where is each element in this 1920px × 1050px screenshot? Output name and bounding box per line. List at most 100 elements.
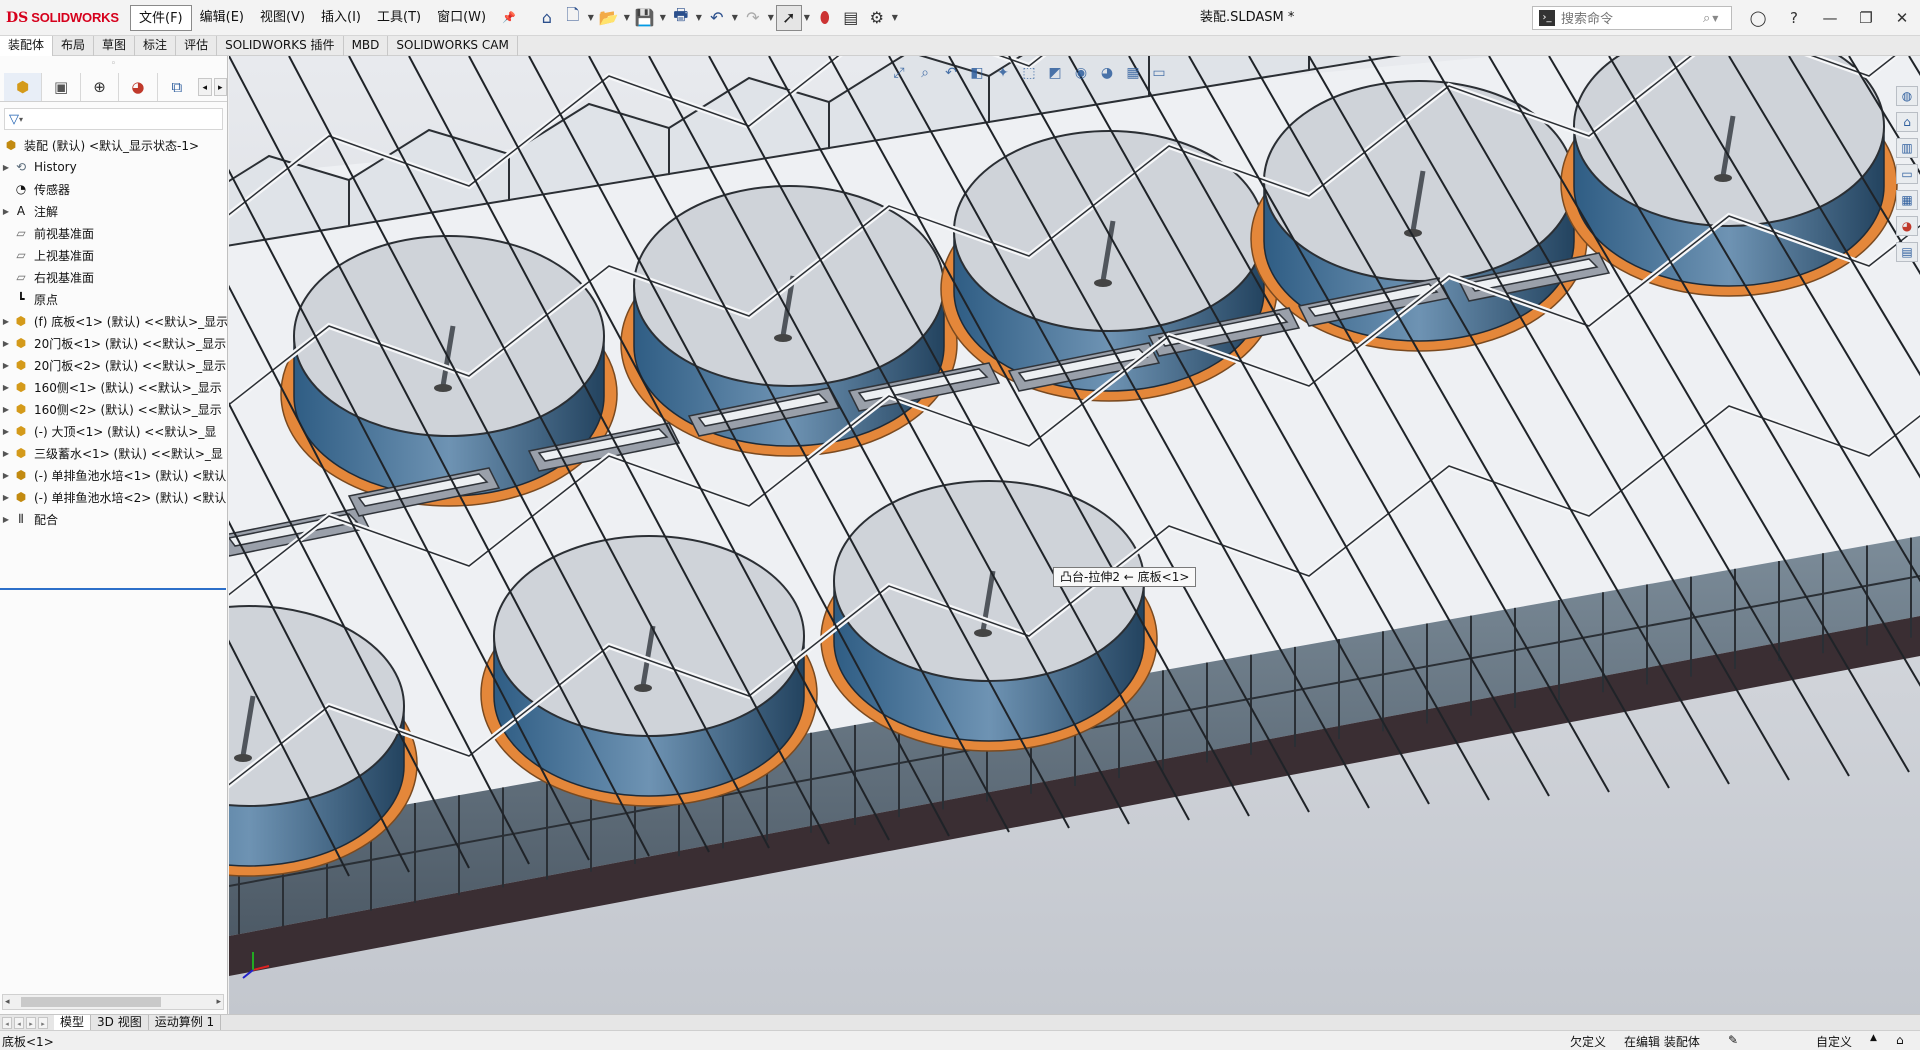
tab-first-icon[interactable]: ◂	[2, 1016, 12, 1029]
command-tab[interactable]: SOLIDWORKS CAM	[388, 36, 518, 56]
tree-item[interactable]: ┗ 原点	[0, 288, 227, 310]
close-icon[interactable]: ✕	[1884, 0, 1920, 36]
tree-item[interactable]: ▱ 上视基准面	[0, 244, 227, 266]
expand-arrow-icon[interactable]: ▶	[0, 515, 12, 524]
tab-scroll-left-icon[interactable]: ◂	[197, 77, 212, 96]
tree-item[interactable]: ▱ 右视基准面	[0, 266, 227, 288]
tree-horizontal-scrollbar[interactable]: ◂ ▸	[2, 994, 224, 1010]
apply-scene-icon[interactable]: ▦	[1123, 63, 1143, 83]
chevron-down-icon[interactable]: ▼	[766, 13, 776, 22]
new-document-icon[interactable]: 🗋	[560, 5, 586, 31]
expand-arrow-icon[interactable]: ▶	[0, 339, 12, 348]
command-tab[interactable]: 布局	[53, 36, 95, 56]
tab-prev-icon[interactable]: ◂	[14, 1016, 24, 1029]
command-tab[interactable]: 装配体	[0, 36, 54, 56]
tree-item[interactable]: ▶ ⬢ (-) 大顶<1> (默认) <<默认>_显	[0, 420, 227, 442]
hide-show-items-icon[interactable]: ◉	[1071, 63, 1091, 83]
restore-icon[interactable]: ❐	[1848, 0, 1884, 36]
tab-scroll-right-icon[interactable]: ▸	[213, 77, 228, 96]
expand-arrow-icon[interactable]: ▶	[0, 207, 12, 216]
minimize-icon[interactable]: —	[1812, 0, 1848, 36]
search-input[interactable]	[1561, 10, 1701, 26]
command-tab[interactable]: MBD	[344, 36, 389, 56]
tree-rollback-bar[interactable]	[0, 588, 226, 590]
tab-next-icon[interactable]: ▸	[26, 1016, 36, 1029]
chevron-down-icon[interactable]: ▼	[658, 13, 668, 22]
chevron-down-icon[interactable]: ▼	[802, 13, 812, 22]
property-manager-tab-icon[interactable]: ▣	[42, 72, 81, 101]
expand-arrow-icon[interactable]: ▶	[0, 449, 12, 458]
home-icon[interactable]: ⌂	[534, 5, 560, 31]
command-tab[interactable]: 评估	[176, 36, 218, 56]
chevron-down-icon[interactable]: ▼	[586, 13, 596, 22]
filter-icon[interactable]: ▽	[9, 112, 19, 127]
view-palette-icon[interactable]: ▦	[1896, 190, 1918, 210]
pin-menu-icon[interactable]: 📌	[494, 5, 524, 31]
user-account-icon[interactable]: ◯	[1740, 0, 1776, 36]
solidworks-resources-icon[interactable]: ◍	[1896, 86, 1918, 106]
view-orientation-icon[interactable]: ⬚	[1019, 63, 1039, 83]
previous-view-icon[interactable]: ↶	[941, 63, 961, 83]
model-tab[interactable]: 模型	[54, 1014, 92, 1031]
tree-item[interactable]: ▶ ⬢ (-) 单排鱼池水培<1> (默认) <默认	[0, 464, 227, 486]
tree-item[interactable]: ▱ 前视基准面	[0, 222, 227, 244]
file-explorer-icon[interactable]: ▭	[1896, 164, 1918, 184]
tree-item[interactable]: ▶ ⬢ (-) 单排鱼池水培<2> (默认) <默认	[0, 486, 227, 508]
menu-item[interactable]: 工具(T)	[369, 5, 429, 31]
expand-arrow-icon[interactable]: ▶	[0, 427, 12, 436]
expand-arrow-icon[interactable]: ▶	[0, 493, 12, 502]
scroll-right-icon[interactable]: ▸	[216, 995, 221, 1009]
zoom-to-fit-icon[interactable]: ⤢	[889, 63, 909, 83]
traffic-light-icon[interactable]: ⬮	[812, 5, 838, 31]
expand-arrow-icon[interactable]: ▶	[0, 383, 12, 392]
chevron-down-icon[interactable]: ▼	[622, 13, 632, 22]
menu-item[interactable]: 编辑(E)	[192, 5, 252, 31]
display-style-icon[interactable]: ◩	[1045, 63, 1065, 83]
search-icon[interactable]: ⌕	[1703, 11, 1710, 26]
cam-tab-icon[interactable]: ⧉	[158, 73, 196, 101]
tree-item[interactable]: ▶ ⬢ 160侧<2> (默认) <<默认>_显示	[0, 398, 227, 420]
appearances-icon[interactable]: ◕	[1896, 216, 1918, 236]
expand-arrow-icon[interactable]: ▶	[0, 471, 12, 480]
tree-item[interactable]: ▶ A 注解	[0, 200, 227, 222]
tree-item[interactable]: ▶ ⬢ (f) 底板<1> (默认) <<默认>_显示	[0, 310, 227, 332]
save-icon[interactable]: 💾	[632, 5, 658, 31]
chevron-down-icon[interactable]: ▼	[694, 13, 704, 22]
graphics-viewport[interactable]: ⤢ ⌕ ↶ ◧ ✦ ⬚ ◩ ◉ ◕ ▦ ▭ ◍ ⌂ ▥ ▭ ▦ ◕ ▤ 凸台-拉…	[229, 56, 1920, 1014]
menu-item[interactable]: 文件(F)	[130, 4, 192, 31]
command-tab[interactable]: SOLIDWORKS 插件	[217, 36, 344, 56]
gear-icon[interactable]: ⚙	[864, 5, 890, 31]
status-units[interactable]: 自定义	[1816, 1033, 1852, 1050]
menu-item[interactable]: 视图(V)	[252, 5, 313, 31]
expand-arrow-icon[interactable]: ▶	[0, 361, 12, 370]
tab-last-icon[interactable]: ▸	[38, 1016, 48, 1029]
chevron-up-icon[interactable]: ▲	[1870, 1033, 1877, 1043]
tree-root[interactable]: ⬢ 装配 (默认) <默认_显示状态-1>	[0, 134, 227, 156]
open-folder-icon[interactable]: 📂	[596, 5, 622, 31]
print-icon[interactable]: 🖶	[668, 5, 694, 31]
scroll-left-icon[interactable]: ◂	[5, 995, 10, 1009]
tree-item[interactable]: ▶ ⬢ 20门板<2> (默认) <<默认>_显示	[0, 354, 227, 376]
section-view-icon[interactable]: ◧	[967, 63, 987, 83]
appearance-tab-icon[interactable]: ◕	[119, 72, 158, 101]
tree-item[interactable]: ▶ ⬢ 20门板<1> (默认) <<默认>_显示	[0, 332, 227, 354]
custom-properties-icon[interactable]: ▤	[1896, 242, 1918, 262]
menu-item[interactable]: 插入(I)	[313, 5, 369, 31]
tree-item[interactable]: ▶ ⬢ 三级蓄水<1> (默认) <<默认>_显	[0, 442, 227, 464]
rebuild-icon[interactable]: ✎	[1728, 1033, 1738, 1047]
help-icon[interactable]: ?	[1776, 0, 1812, 36]
undo-icon[interactable]: ↶	[704, 5, 730, 31]
tree-item[interactable]: ▶ ⫴ 配合	[0, 508, 227, 530]
home-icon[interactable]: ⌂	[1896, 112, 1918, 132]
zoom-area-icon[interactable]: ⌕	[915, 63, 935, 83]
menu-item[interactable]: 窗口(W)	[429, 5, 494, 31]
solidworks-logo[interactable]: DS SOLIDWORKS	[0, 0, 130, 36]
view-settings-icon[interactable]: ▭	[1149, 63, 1169, 83]
tree-item[interactable]: ▶ ⟲ History	[0, 156, 227, 178]
select-pointer-icon[interactable]: ➚	[775, 4, 802, 31]
tree-item[interactable]: ▶ ⬢ 160侧<1> (默认) <<默认>_显示	[0, 376, 227, 398]
configuration-manager-tab-icon[interactable]: ⊕	[81, 72, 120, 101]
expand-arrow-icon[interactable]: ▶	[0, 405, 12, 414]
file-properties-icon[interactable]: ▤	[838, 5, 864, 31]
tree-filter[interactable]: ▽ ▾	[4, 108, 223, 130]
